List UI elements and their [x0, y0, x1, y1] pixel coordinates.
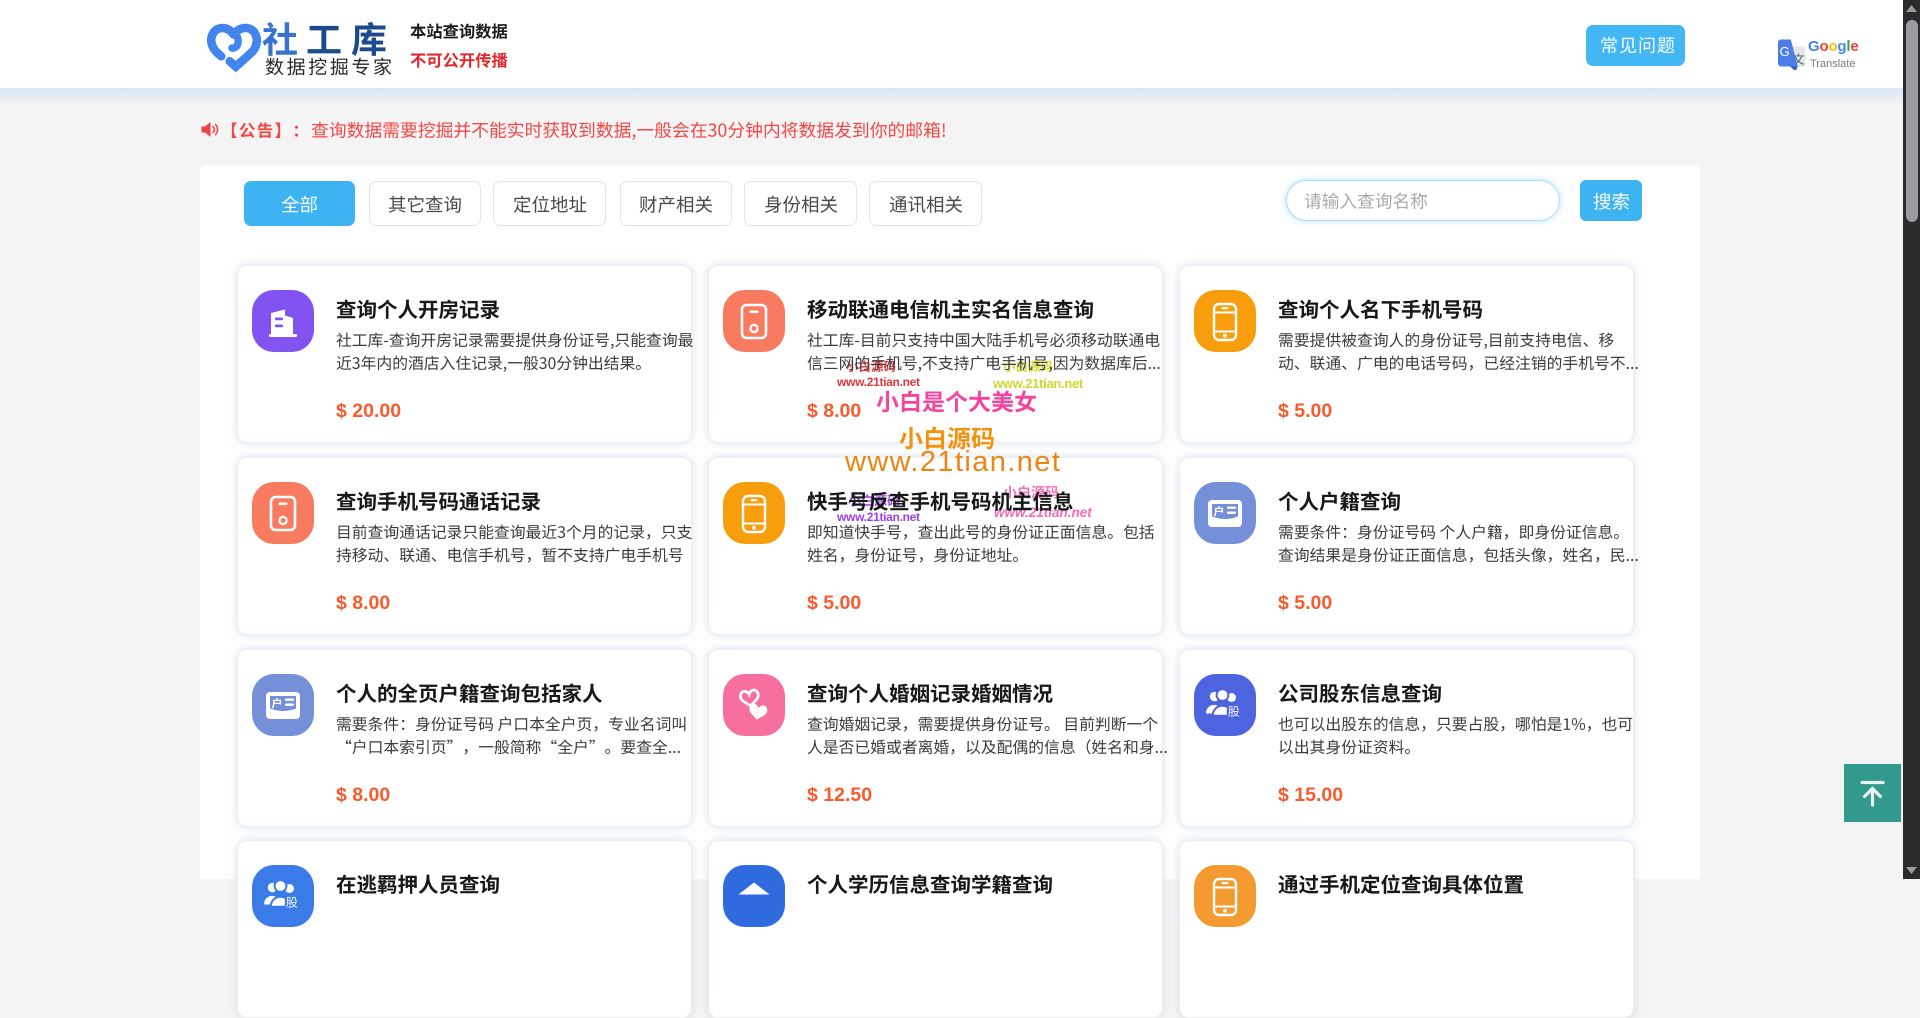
svg-text:G: G — [1780, 44, 1790, 59]
